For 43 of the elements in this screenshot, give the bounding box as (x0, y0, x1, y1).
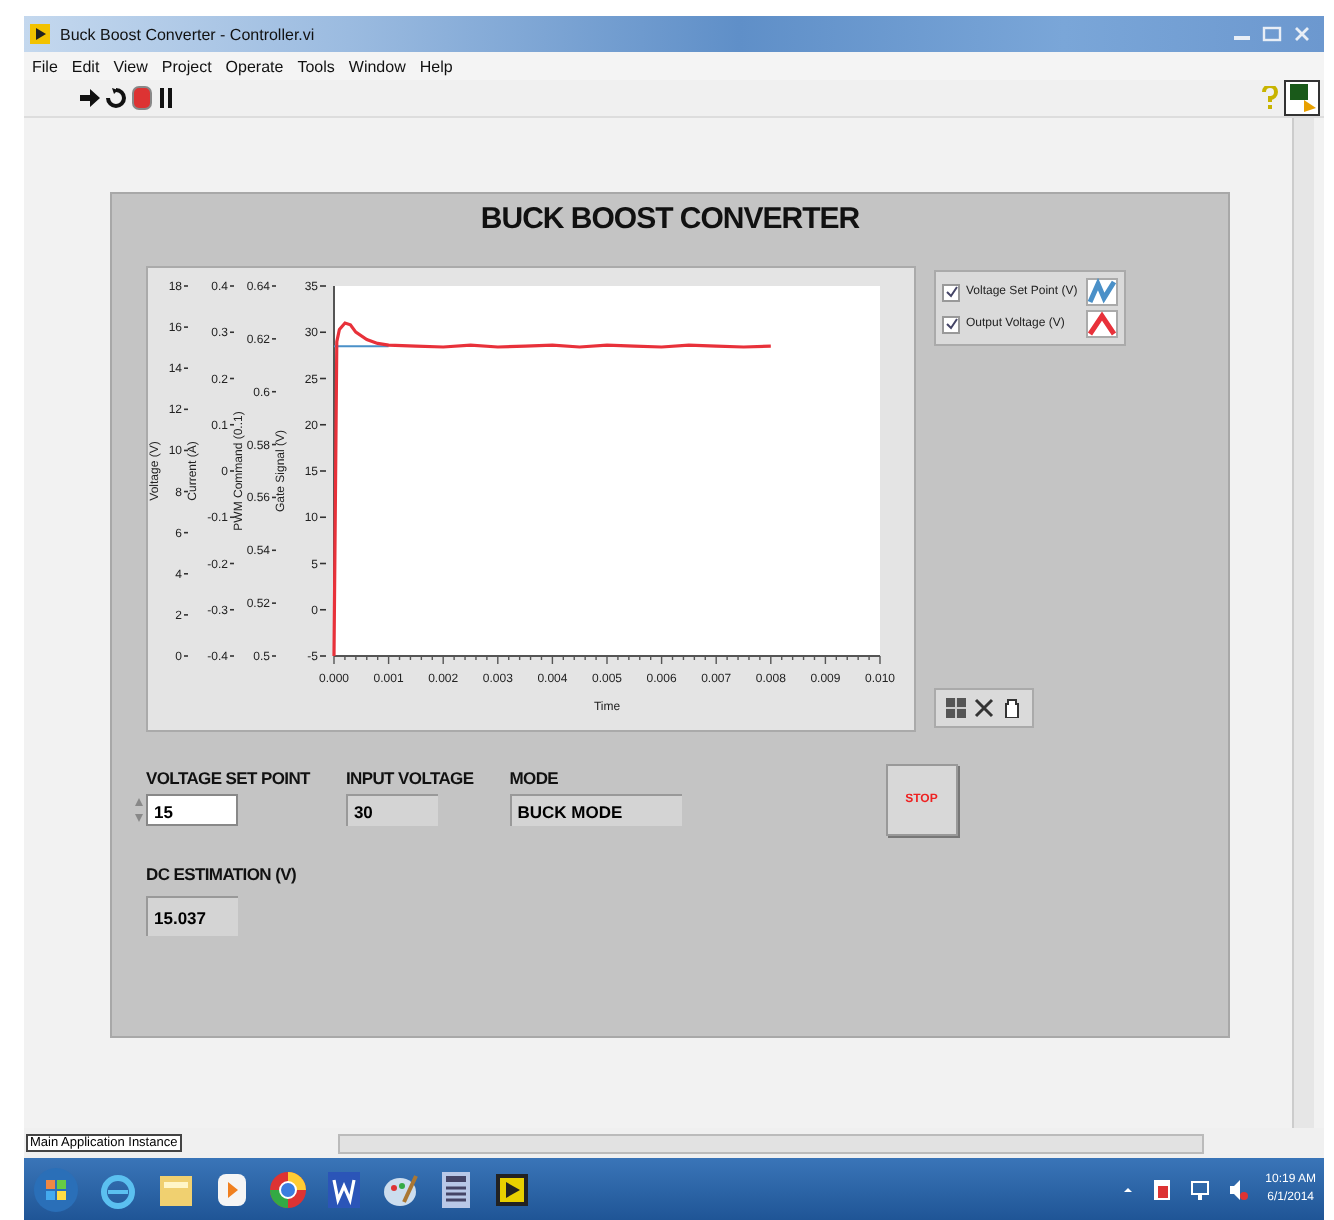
field-label: VOLTAGE SET POINT (146, 768, 310, 788)
close-icon[interactable] (1292, 26, 1312, 42)
hand-icon[interactable] (1002, 698, 1022, 718)
zoom-tool-icon[interactable] (946, 698, 966, 718)
field-label: DC ESTIMATION (V) (146, 864, 299, 884)
run-arrow-icon[interactable] (80, 88, 100, 108)
menu-item[interactable]: Edit (71, 57, 100, 75)
horizontal-scrollbar[interactable] (337, 1133, 1204, 1153)
app-icon (30, 24, 50, 44)
menu-item[interactable]: Operate (225, 57, 284, 75)
field-label: MODE (509, 768, 561, 788)
pause-icon[interactable] (158, 88, 174, 108)
run-continuously-icon[interactable] (106, 88, 126, 108)
cursor-tool-icon[interactable] (974, 698, 994, 718)
plot-style-icon[interactable] (1086, 310, 1118, 338)
media-player-icon[interactable] (214, 1169, 250, 1209)
start-icon[interactable] (32, 1165, 80, 1213)
globe-icon[interactable] (268, 1169, 308, 1209)
labview-icon[interactable] (492, 1169, 532, 1209)
speaker-icon[interactable] (1227, 1177, 1248, 1201)
vertical-scrollbar[interactable] (1292, 118, 1314, 1128)
checkbox[interactable] (942, 315, 960, 333)
checkbox[interactable] (942, 283, 960, 301)
menu-item[interactable]: File (32, 57, 58, 75)
value-display: 30 (345, 794, 438, 826)
menu-item[interactable]: View (113, 57, 148, 75)
panel-title: BUCK BOOST CONVERTER (478, 202, 862, 240)
network-icon[interactable] (1189, 1177, 1210, 1201)
window-title: Buck Boost Converter - Controller.vi (60, 25, 315, 43)
abort-icon[interactable] (132, 86, 152, 110)
field-label: INPUT VOLTAGE (345, 768, 474, 788)
numeric-input[interactable]: 15 (146, 794, 238, 826)
menu-item[interactable]: Help (419, 57, 453, 75)
menu-item[interactable]: Project (161, 57, 212, 75)
tray-arrow-icon[interactable] (1121, 1183, 1134, 1195)
paint-icon[interactable] (380, 1169, 420, 1209)
plot-style-icon[interactable] (1086, 278, 1118, 306)
menu-item[interactable]: Tools (297, 57, 335, 75)
value-display: BUCK MODE (509, 794, 682, 826)
flag-icon[interactable] (1151, 1177, 1172, 1201)
menu-item[interactable]: Window (348, 57, 406, 75)
document-icon[interactable] (326, 1169, 362, 1209)
value-display: 15.037 (146, 896, 238, 936)
